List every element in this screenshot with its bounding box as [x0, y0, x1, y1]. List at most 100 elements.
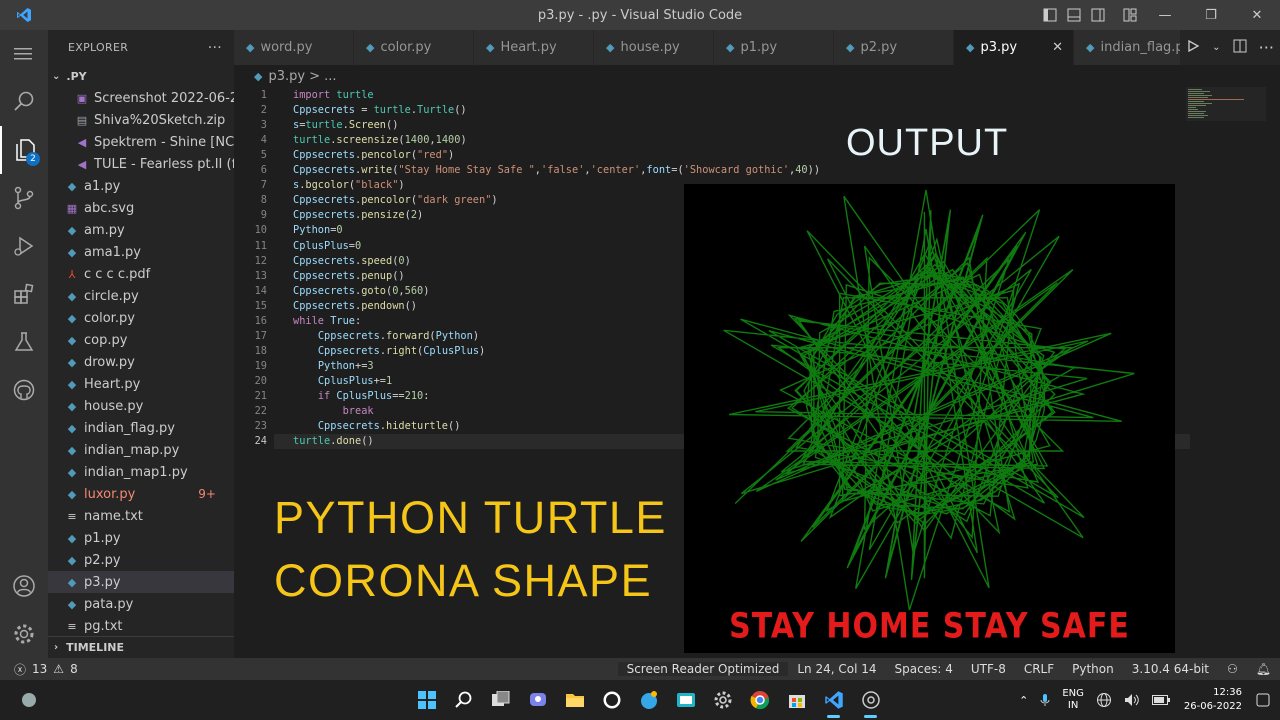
eol-status[interactable]: CRLF: [1015, 662, 1063, 676]
file-item[interactable]: ◆ color.py: [48, 307, 234, 329]
folder-row[interactable]: ⌄ .PY: [48, 65, 234, 87]
testing-icon[interactable]: [0, 318, 48, 366]
extensions-icon[interactable]: [0, 270, 48, 318]
battery-icon[interactable]: [1146, 695, 1176, 705]
editor-scrollbar[interactable]: [1266, 87, 1280, 658]
chrome-icon[interactable]: [741, 680, 778, 720]
file-item[interactable]: ◆ Heart.py: [48, 373, 234, 395]
breadcrumb-rest[interactable]: > ...: [309, 69, 336, 84]
code-line[interactable]: 21 if CplusPlus==210:: [234, 389, 430, 404]
toggle-panel-icon[interactable]: [1062, 3, 1086, 27]
code-line[interactable]: 16 while True:: [234, 314, 362, 329]
notifications-bell-icon[interactable]: 🔔︎: [1247, 662, 1280, 676]
problems-indicator[interactable]: ⓧ 13 ⚠ 8: [0, 661, 78, 678]
editor-tab[interactable]: ◆ p3.py ✕: [954, 30, 1074, 65]
notification-icon[interactable]: [1250, 693, 1280, 707]
minimap[interactable]: [1186, 87, 1266, 127]
editor-tab[interactable]: ◆ p2.py: [834, 30, 954, 65]
file-item[interactable]: ◆ indian_map.py: [48, 439, 234, 461]
microsoft-store-icon[interactable]: [778, 680, 815, 720]
file-item[interactable]: ◆ pata.py: [48, 593, 234, 615]
language-mode[interactable]: Python: [1063, 662, 1123, 676]
file-item[interactable]: ▦ abc.svg: [48, 197, 234, 219]
code-line[interactable]: 3 s=turtle.Screen(): [234, 118, 399, 133]
github-icon[interactable]: [0, 366, 48, 414]
microphone-icon[interactable]: [1034, 693, 1056, 707]
indentation-status[interactable]: Spaces: 4: [886, 662, 962, 676]
editor-tab[interactable]: ◆ p1.py: [714, 30, 834, 65]
source-control-icon[interactable]: [0, 174, 48, 222]
editor-tab[interactable]: ◆ Heart.py: [474, 30, 594, 65]
run-file-icon[interactable]: [1186, 38, 1200, 57]
more-actions-icon[interactable]: ···: [1259, 38, 1274, 57]
settings-gear-icon[interactable]: [704, 680, 741, 720]
toggle-sidebar-icon[interactable]: [1038, 3, 1062, 27]
weather-icon[interactable]: [10, 680, 47, 720]
editor-tab[interactable]: ◆ word.py: [234, 30, 354, 65]
code-line[interactable]: 6 Cppsecrets.write("Stay Home Stay Safe "…: [234, 163, 820, 178]
code-line[interactable]: 13 Cppsecrets.penup(): [234, 269, 405, 284]
code-line[interactable]: 19 Python+=3: [234, 359, 374, 374]
code-line[interactable]: 7 s.bgcolor("black"): [234, 178, 405, 193]
whiteboard-icon[interactable]: [667, 680, 704, 720]
file-item[interactable]: ◀ TULE - Fearless pt.II (fe...: [48, 153, 234, 175]
cursor-position[interactable]: Ln 24, Col 14: [788, 662, 885, 676]
restore-button[interactable]: ❐: [1188, 0, 1234, 30]
file-item[interactable]: ◆ drow.py: [48, 351, 234, 373]
file-item[interactable]: ◆ p3.py: [48, 571, 234, 593]
file-item[interactable]: ⅄ c c c c.pdf: [48, 263, 234, 285]
file-item[interactable]: ≡ name.txt: [48, 505, 234, 527]
editor-tab[interactable]: ◆ color.py: [354, 30, 474, 65]
editor-tab[interactable]: ◆ indian_flag.p: [1074, 30, 1194, 65]
clock[interactable]: 12:36 26-06-2022: [1176, 686, 1250, 714]
code-line[interactable]: 5 Cppsecrets.pencolor("red"): [234, 148, 454, 163]
code-line[interactable]: 18 Cppsecrets.right(CplusPlus): [234, 344, 486, 359]
file-item[interactable]: ▤ Shiva%20Sketch.zip: [48, 109, 234, 131]
customize-layout-icon[interactable]: [1118, 3, 1142, 27]
code-line[interactable]: 12 Cppsecrets.speed(0): [234, 254, 411, 269]
more-actions-icon[interactable]: ···: [208, 40, 222, 56]
search-icon[interactable]: [0, 78, 48, 126]
feedback-icon[interactable]: ⚇: [1218, 662, 1247, 676]
file-item[interactable]: ◆ a1.py: [48, 175, 234, 197]
close-window-button[interactable]: ✕: [1234, 0, 1280, 30]
code-line[interactable]: 11 CplusPlus=0: [234, 239, 362, 254]
timeline-section[interactable]: › TIMELINE: [48, 636, 234, 658]
encoding-status[interactable]: UTF-8: [962, 662, 1015, 676]
code-line[interactable]: 9 Cppsecrets.pensize(2): [234, 208, 423, 223]
settings-gear-icon[interactable]: [0, 610, 48, 658]
file-item[interactable]: ◆ p2.py: [48, 549, 234, 571]
explorer-icon[interactable]: 2: [0, 126, 48, 174]
accounts-icon[interactable]: [0, 562, 48, 610]
chevron-down-icon[interactable]: ⌄: [1212, 42, 1220, 53]
search-icon[interactable]: [445, 680, 482, 720]
toggle-secondary-sidebar-icon[interactable]: [1086, 3, 1110, 27]
code-line[interactable]: 10 Python=0: [234, 223, 343, 238]
code-line[interactable]: 22 break: [234, 404, 374, 419]
code-line[interactable]: 20 CplusPlus+=1: [234, 374, 393, 389]
task-view-icon[interactable]: [482, 680, 519, 720]
file-item[interactable]: ◆ cop.py: [48, 329, 234, 351]
code-line[interactable]: 8 Cppsecrets.pencolor("dark green"): [234, 193, 498, 208]
run-debug-icon[interactable]: [0, 222, 48, 270]
file-item[interactable]: ◆ indian_map1.py: [48, 461, 234, 483]
split-editor-icon[interactable]: [1233, 38, 1247, 57]
file-item[interactable]: ▣ Screenshot 2022-06-26...: [48, 87, 234, 109]
windows-start-icon[interactable]: [408, 680, 445, 720]
code-line[interactable]: 1 import turtle: [234, 88, 374, 103]
minimize-button[interactable]: —: [1142, 0, 1188, 30]
code-line[interactable]: 23 Cppsecrets.hideturtle(): [234, 419, 461, 434]
file-item[interactable]: ◆ circle.py: [48, 285, 234, 307]
volume-icon[interactable]: [1118, 693, 1146, 707]
paint-icon[interactable]: [630, 680, 667, 720]
code-line[interactable]: 4 turtle.screensize(1400,1400): [234, 133, 467, 148]
screen-reader-status[interactable]: Screen Reader Optimized: [617, 662, 789, 676]
file-item[interactable]: ◀ Spektrem - Shine [NCS...: [48, 131, 234, 153]
python-turtle-taskbar-icon[interactable]: [852, 680, 889, 720]
file-item[interactable]: ◆ luxor.py 9+: [48, 483, 234, 505]
github-desktop-icon[interactable]: [593, 680, 630, 720]
file-item[interactable]: ◆ indian_flag.py: [48, 417, 234, 439]
interpreter-version[interactable]: 3.10.4 64-bit: [1123, 662, 1218, 676]
language-indicator[interactable]: ENG IN: [1056, 688, 1090, 712]
show-hidden-icons-chevron-icon[interactable]: ⌃: [1013, 694, 1034, 707]
